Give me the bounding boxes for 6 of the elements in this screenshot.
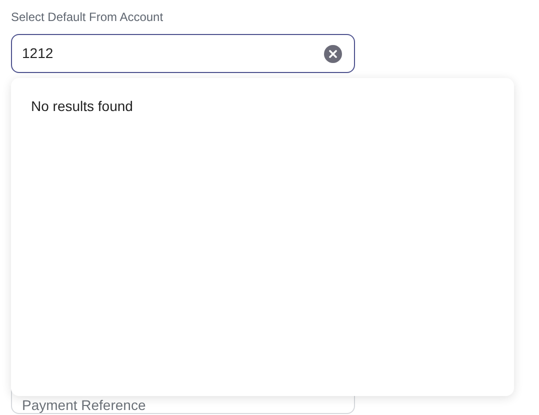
clear-button[interactable] — [324, 44, 342, 62]
no-results-message: No results found — [31, 97, 133, 115]
close-icon — [329, 50, 337, 58]
search-input[interactable]: 1212 — [22, 43, 324, 64]
field-label: Select Default From Account — [11, 9, 164, 25]
account-search-field[interactable]: 1212 — [11, 34, 355, 73]
